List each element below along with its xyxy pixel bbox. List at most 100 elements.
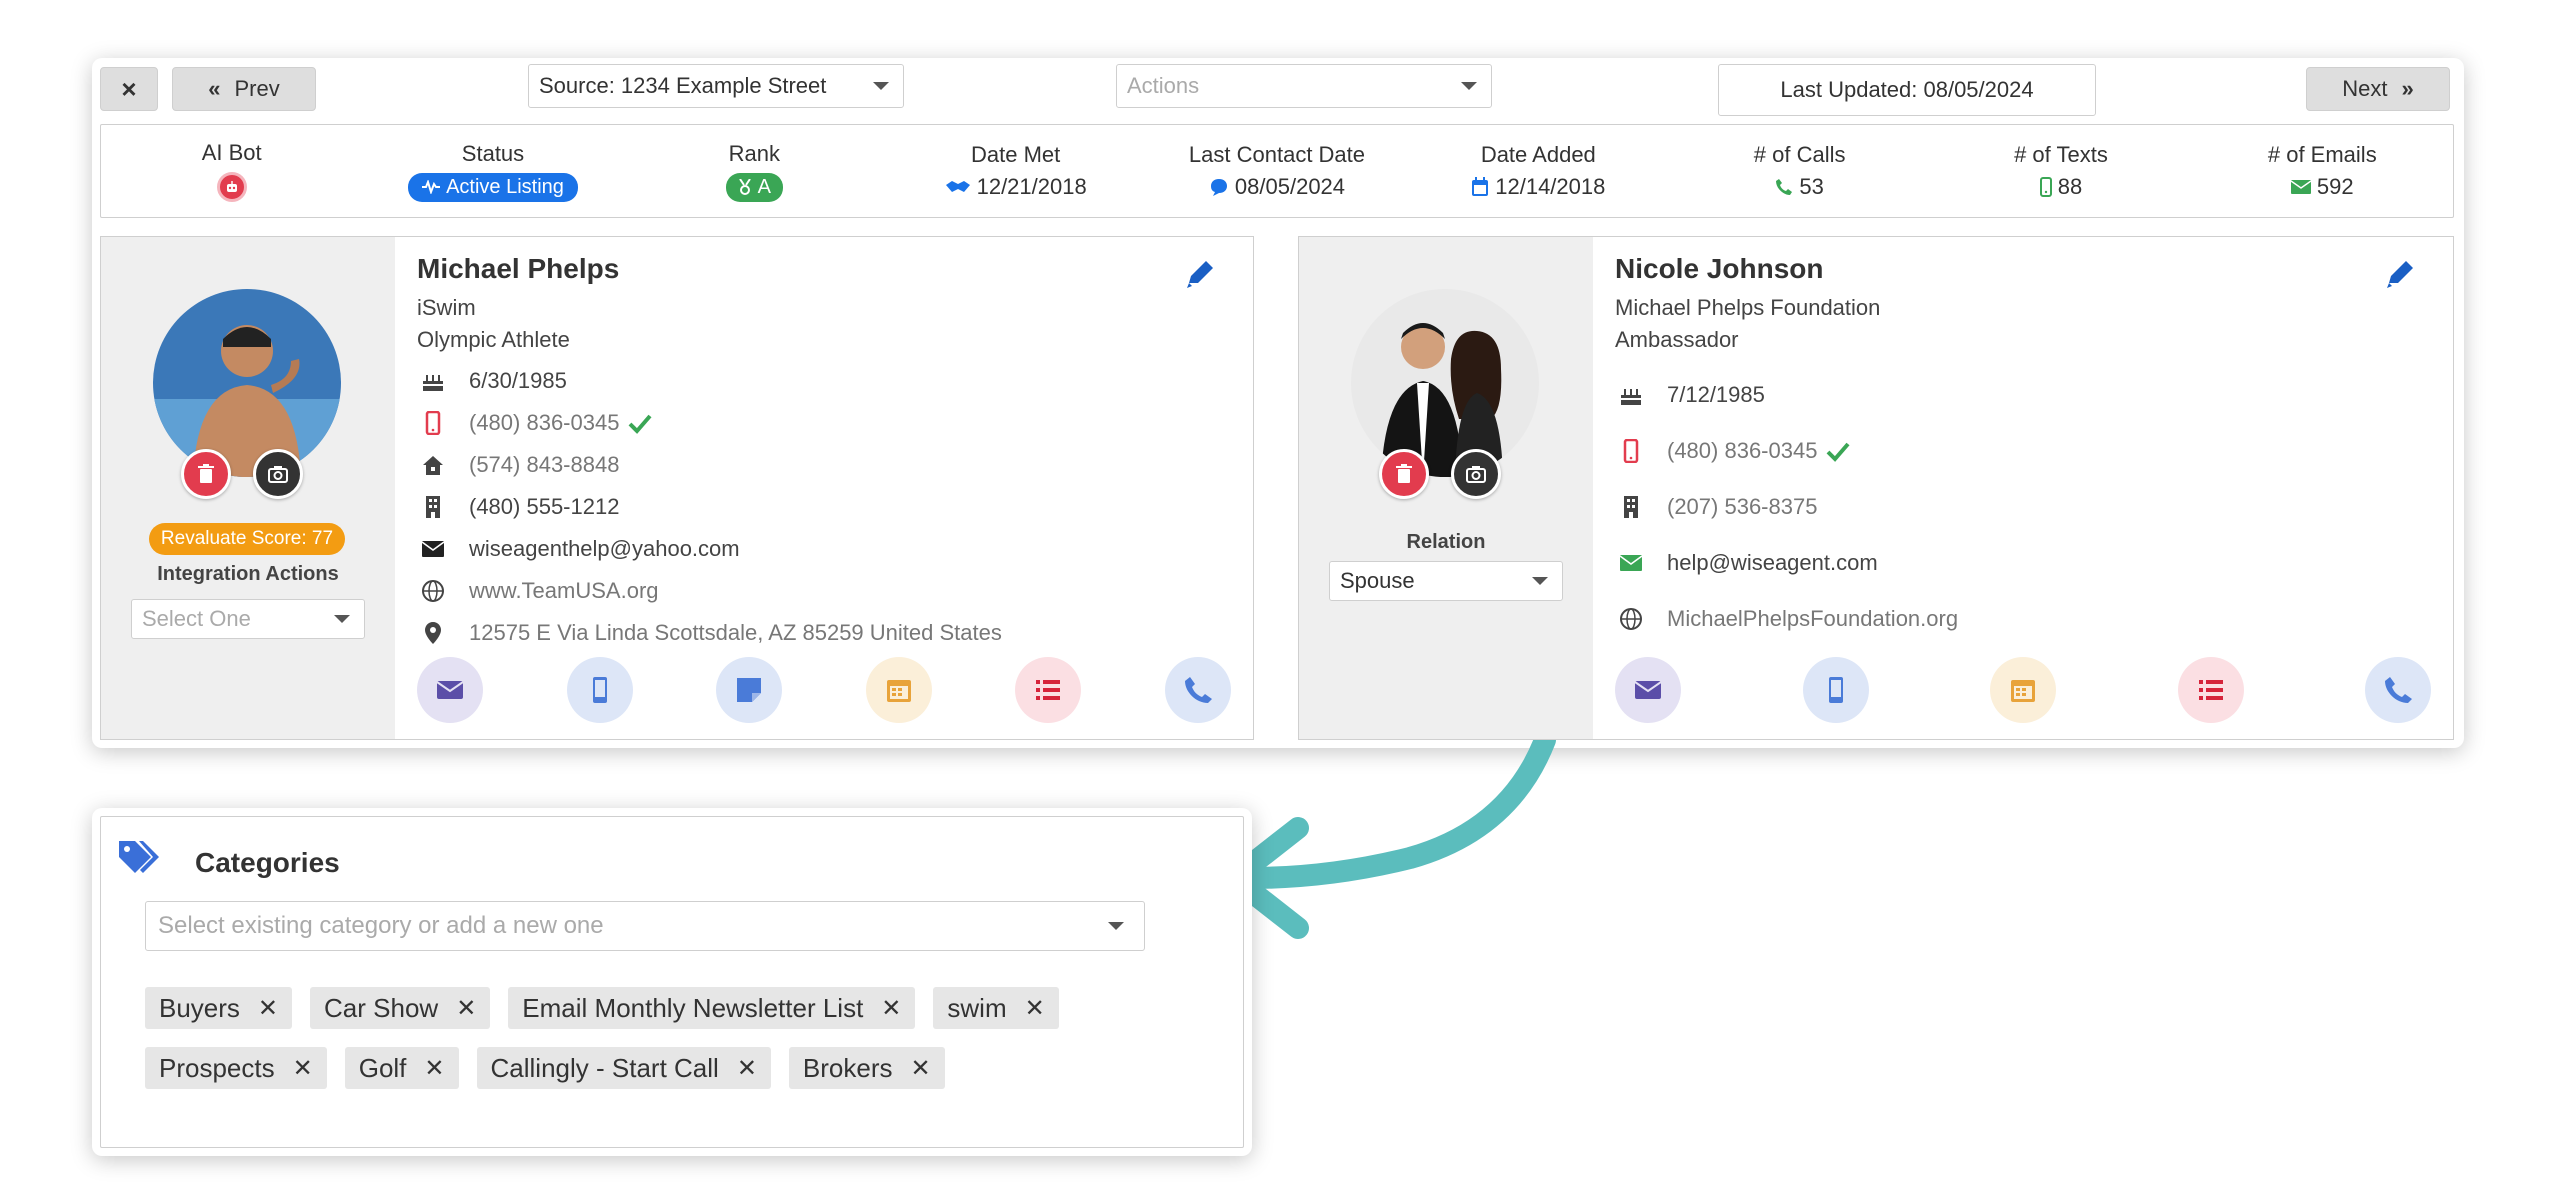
comment-icon [1210, 179, 1227, 196]
pencil-icon[interactable] [2383, 257, 2417, 291]
remove-tag-icon[interactable]: ✕ [737, 1054, 757, 1083]
last-updated-box: Last Updated: 08/05/2024 [1718, 64, 2096, 116]
send-email-button[interactable] [417, 657, 483, 723]
office-phone-row[interactable]: (207) 536-8375 [1615, 493, 1817, 521]
email-row[interactable]: help@wiseagent.com [1615, 549, 1878, 577]
phone-icon [2385, 677, 2412, 703]
stat-date-added: Date Added 12/14/2018 [1408, 125, 1669, 217]
contact-company: Michael Phelps Foundation [1615, 295, 1881, 320]
add-task-button[interactable] [1015, 657, 1082, 723]
map-marker-icon [425, 622, 441, 644]
double-chevron-left-icon: « [208, 76, 221, 101]
category-tag: Callingly - Start Call ✕ [476, 1047, 771, 1089]
office-phone-row[interactable]: (480) 555-1212 [417, 493, 619, 521]
pulse-icon [422, 180, 441, 194]
email-row[interactable]: wiseagenthelp@yahoo.com [417, 535, 740, 563]
actions-select[interactable]: Actions [1116, 64, 1492, 108]
delete-photo-button[interactable] [181, 449, 231, 499]
next-button[interactable]: Next » [2306, 67, 2450, 111]
contact-name: Nicole Johnson [1615, 253, 1824, 284]
add-task-button[interactable] [2177, 657, 2244, 723]
category-select[interactable]: Select existing category or add a new on… [145, 901, 1145, 951]
quick-actions [417, 657, 1231, 723]
envelope-icon [436, 681, 464, 699]
integration-actions-select[interactable]: Select One [131, 599, 365, 639]
list-icon [1036, 680, 1061, 700]
close-button[interactable]: × [100, 67, 158, 111]
mobile-phone-row[interactable]: (480) 836-0345 [417, 409, 653, 437]
mobile-icon [425, 411, 441, 435]
envelope-icon [2290, 180, 2311, 194]
mobile-icon [592, 677, 607, 703]
call-button[interactable] [1164, 657, 1231, 723]
remove-tag-icon[interactable]: ✕ [293, 1054, 313, 1083]
schedule-event-button[interactable] [1990, 657, 2056, 723]
tags-icon [119, 841, 159, 873]
change-photo-button[interactable] [1451, 449, 1501, 499]
home-phone-row[interactable]: (574) 843-8848 [417, 451, 619, 479]
remove-tag-icon[interactable]: ✕ [456, 994, 476, 1023]
camera-icon [268, 466, 288, 483]
remove-tag-icon[interactable]: ✕ [424, 1054, 444, 1083]
medal-icon [738, 179, 751, 195]
birthday-row: 7/12/1985 [1615, 381, 1765, 409]
prev-button[interactable]: « Prev [172, 67, 316, 111]
mobile-icon [1828, 677, 1843, 703]
remove-tag-icon[interactable]: ✕ [911, 1054, 931, 1083]
caret-down-icon [334, 615, 350, 623]
remove-tag-icon[interactable]: ✕ [1025, 994, 1045, 1023]
envelope-icon [1619, 555, 1643, 571]
change-photo-button[interactable] [253, 449, 303, 499]
call-button[interactable] [2365, 657, 2431, 723]
birthday-cake-icon [423, 375, 443, 391]
envelope-icon [1634, 681, 1662, 699]
remove-tag-icon[interactable]: ✕ [881, 994, 901, 1023]
status-badge[interactable]: Active Listing [408, 172, 578, 202]
category-tag: Buyers ✕ [145, 987, 293, 1029]
calendar-icon [1472, 177, 1489, 196]
remove-tag-icon[interactable]: ✕ [258, 994, 278, 1023]
list-icon [2198, 680, 2223, 700]
website-row[interactable]: MichaelPhelpsFoundation.org [1615, 605, 1958, 633]
delete-photo-button[interactable] [1379, 449, 1429, 499]
contact-company: iSwim [417, 295, 476, 320]
curved-arrow-icon [1223, 740, 1556, 939]
revaluate-score-badge[interactable]: Revaluate Score: 77 [149, 523, 345, 555]
quick-actions [1615, 657, 2431, 723]
address-row[interactable]: 12575 E Via Linda Scottsdale, AZ 85259 U… [417, 619, 1002, 647]
stat-texts: # of Texts 88 [2014, 142, 2108, 199]
stat-last-contact: Last Contact Date 08/05/2024 [1188, 142, 1366, 199]
add-note-button[interactable] [716, 657, 783, 723]
double-chevron-right-icon: » [2401, 76, 2414, 101]
stat-emails: # of Emails 592 [2267, 142, 2377, 199]
avatar [1351, 289, 1539, 477]
calendar-icon [886, 680, 911, 702]
relation-select[interactable]: Spouse [1329, 561, 1563, 601]
send-text-button[interactable] [1802, 657, 1869, 723]
category-tag: Prospects ✕ [145, 1047, 327, 1089]
schedule-event-button[interactable] [865, 657, 932, 723]
contact-name: Michael Phelps [417, 253, 620, 284]
pencil-icon[interactable] [1183, 257, 1217, 291]
birthday-cake-icon [1621, 389, 1641, 405]
caret-down-icon [1532, 577, 1548, 585]
stat-calls: # of Calls 53 [1753, 142, 1846, 199]
category-tag: swim ✕ [933, 987, 1059, 1029]
caret-down-icon [1461, 82, 1477, 90]
mobile-phone-row[interactable]: (480) 836-0345 [1615, 437, 1851, 465]
source-select[interactable]: Source: 1234 Example Street [528, 64, 904, 108]
send-email-button[interactable] [1615, 657, 1681, 723]
category-tags: Buyers ✕ Car Show ✕ Email Monthly Newslett… [145, 987, 1165, 1089]
building-icon [1624, 496, 1638, 518]
robot-icon[interactable] [216, 172, 247, 202]
category-tag: Golf ✕ [344, 1047, 459, 1089]
building-icon [426, 496, 440, 518]
home-phone-icon [423, 456, 443, 475]
category-tag: Car Show ✕ [310, 987, 491, 1029]
caret-down-icon [873, 82, 889, 90]
mobile-icon [1623, 439, 1639, 463]
send-text-button[interactable] [566, 657, 633, 723]
website-row[interactable]: www.TeamUSA.org [417, 577, 659, 605]
avatar [153, 289, 341, 477]
rank-badge[interactable]: A [725, 172, 783, 202]
